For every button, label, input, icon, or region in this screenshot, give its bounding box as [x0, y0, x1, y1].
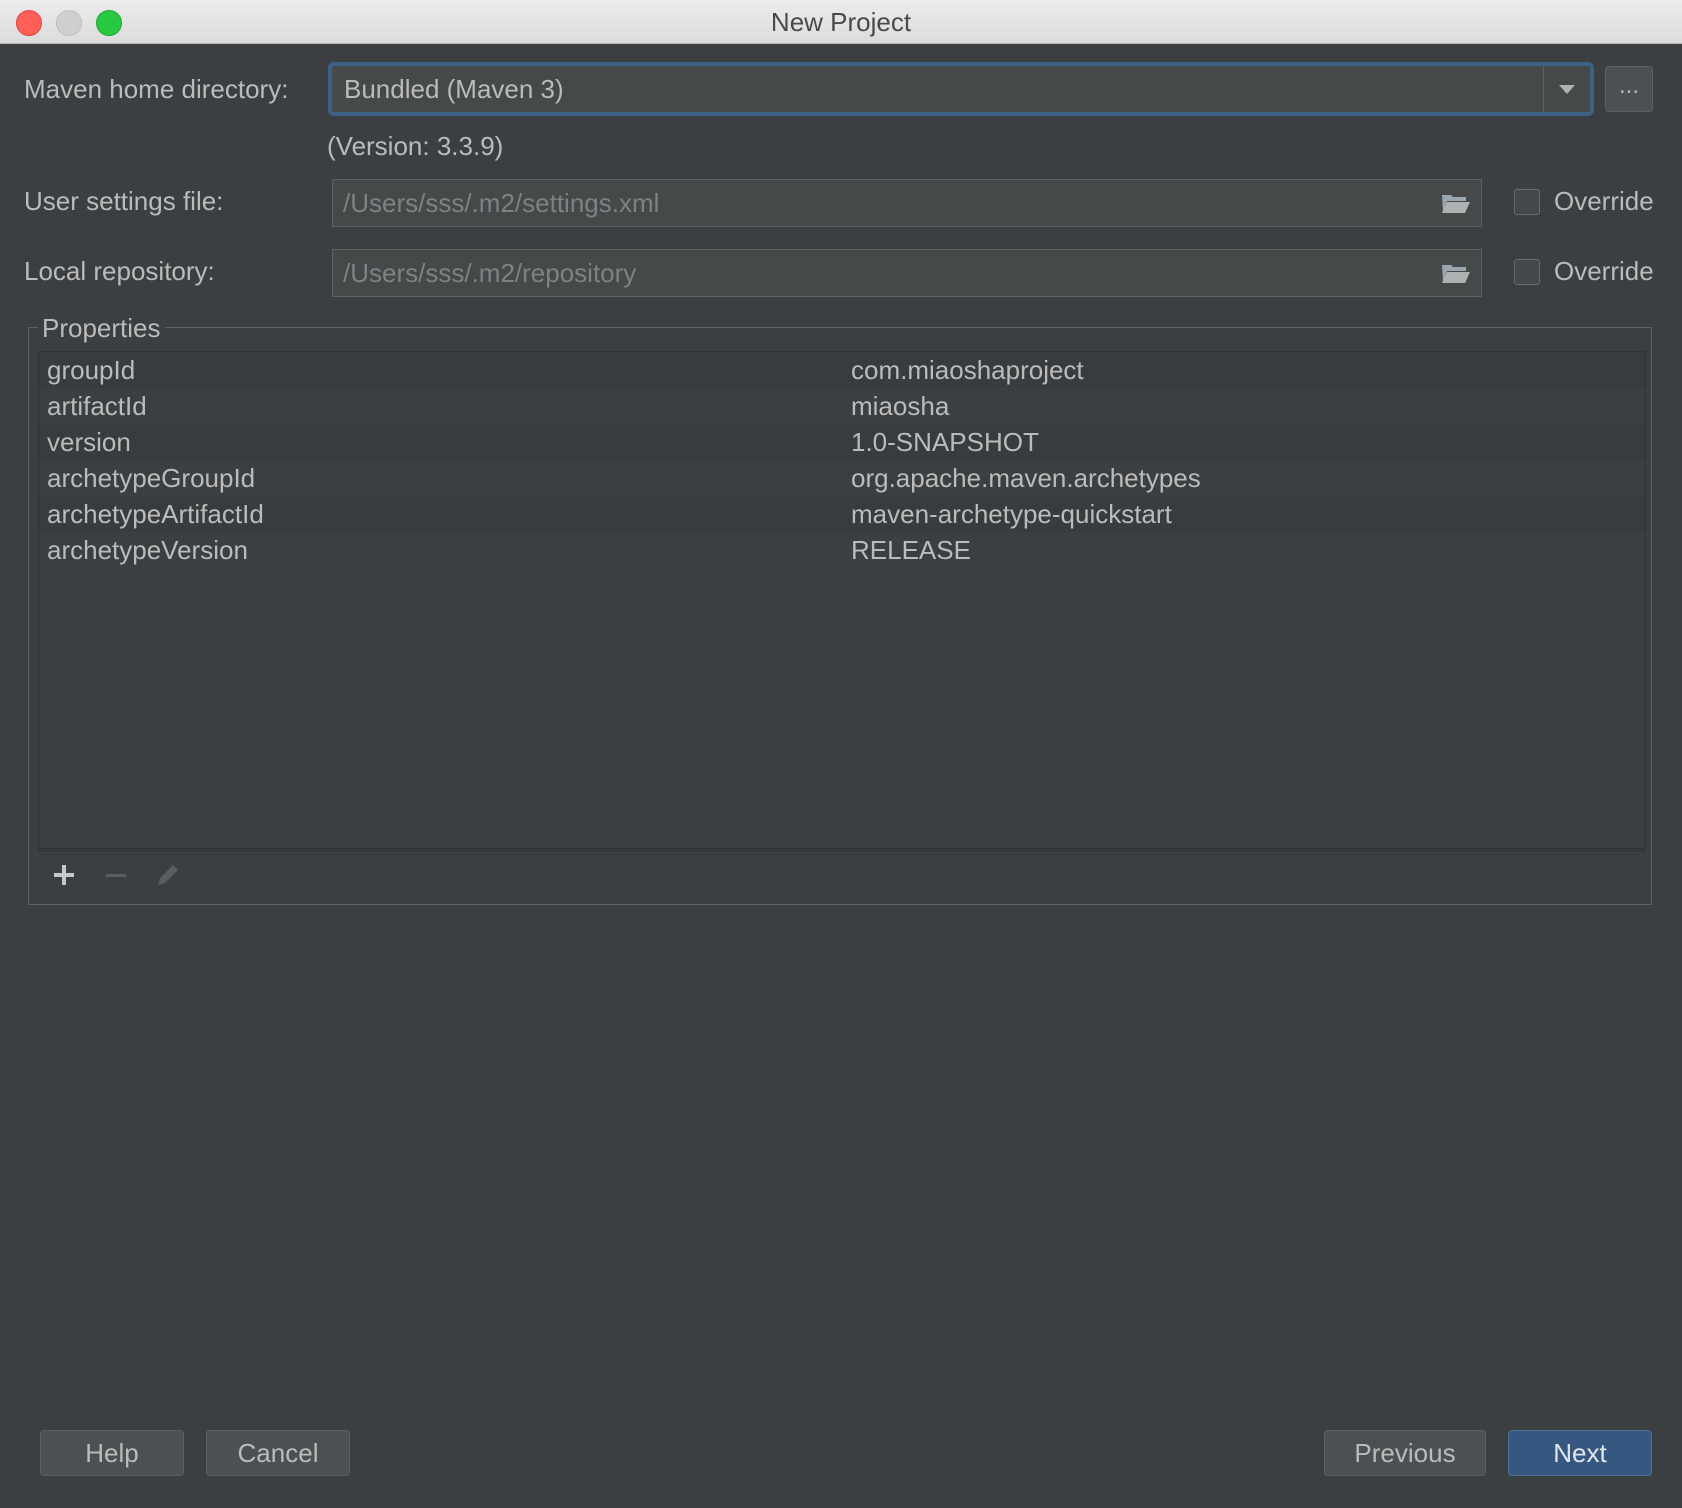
user-settings-label: User settings file:: [24, 186, 224, 216]
user-settings-path: /Users/sss/.m2/settings.xml: [343, 188, 660, 218]
property-key: groupId: [47, 355, 136, 385]
table-row[interactable]: archetypeVersion RELEASE: [39, 532, 1645, 568]
table-row[interactable]: artifactId miaosha: [39, 388, 1645, 424]
properties-table[interactable]: groupId com.miaoshaproject artifactId mi…: [38, 351, 1646, 849]
property-key: archetypeGroupId: [47, 463, 256, 493]
maven-version-text: (Version: 3.3.9): [327, 131, 504, 161]
window-title: New Project: [770, 7, 912, 37]
help-button[interactable]: Help: [40, 1430, 184, 1476]
next-button[interactable]: Next: [1508, 1430, 1652, 1476]
cancel-button[interactable]: Cancel: [206, 1430, 350, 1476]
table-row[interactable]: archetypeGroupId org.apache.maven.archet…: [39, 460, 1645, 496]
maven-home-label: Maven home directory:: [24, 74, 289, 104]
property-value: miaosha: [851, 391, 950, 421]
chevron-down-icon[interactable]: [1543, 66, 1590, 112]
property-value: 1.0-SNAPSHOT: [851, 427, 1039, 457]
pencil-icon[interactable]: [152, 859, 184, 891]
local-repository-label: Local repository:: [24, 256, 215, 286]
maven-home-value: Bundled (Maven 3): [344, 74, 564, 104]
table-row[interactable]: version 1.0-SNAPSHOT: [39, 424, 1645, 460]
table-row[interactable]: archetypeArtifactId maven-archetype-quic…: [39, 496, 1645, 532]
local-repository-path: /Users/sss/.m2/repository: [343, 258, 637, 288]
properties-toolbar: [38, 850, 1646, 899]
property-key: version: [47, 427, 131, 457]
maven-home-browse-button[interactable]: ...: [1605, 66, 1653, 112]
minus-icon[interactable]: [100, 859, 132, 891]
maven-home-combobox[interactable]: Bundled (Maven 3): [330, 64, 1592, 114]
user-settings-override-label[interactable]: Override: [1554, 186, 1654, 217]
plus-icon[interactable]: [48, 859, 80, 891]
property-key: archetypeArtifactId: [47, 499, 264, 529]
table-row[interactable]: groupId com.miaoshaproject: [39, 352, 1645, 388]
property-value: org.apache.maven.archetypes: [851, 463, 1201, 493]
user-settings-field[interactable]: /Users/sss/.m2/settings.xml: [332, 179, 1482, 227]
local-repository-field[interactable]: /Users/sss/.m2/repository: [332, 249, 1482, 297]
property-key: archetypeVersion: [47, 535, 248, 565]
property-key: artifactId: [47, 391, 147, 421]
user-settings-override-checkbox[interactable]: [1514, 189, 1540, 215]
title-bar: New Project: [0, 0, 1682, 44]
property-value: com.miaoshaproject: [851, 355, 1084, 385]
properties-title: Properties: [38, 313, 165, 344]
folder-open-icon[interactable]: [1441, 192, 1471, 214]
property-value: RELEASE: [851, 535, 971, 565]
previous-button[interactable]: Previous: [1324, 1430, 1486, 1476]
folder-open-icon[interactable]: [1441, 262, 1471, 284]
local-repository-override-label[interactable]: Override: [1554, 256, 1654, 287]
property-value: maven-archetype-quickstart: [851, 499, 1172, 529]
new-project-dialog: New Project Maven home directory: Bundle…: [0, 0, 1682, 1508]
local-repository-override-checkbox[interactable]: [1514, 259, 1540, 285]
